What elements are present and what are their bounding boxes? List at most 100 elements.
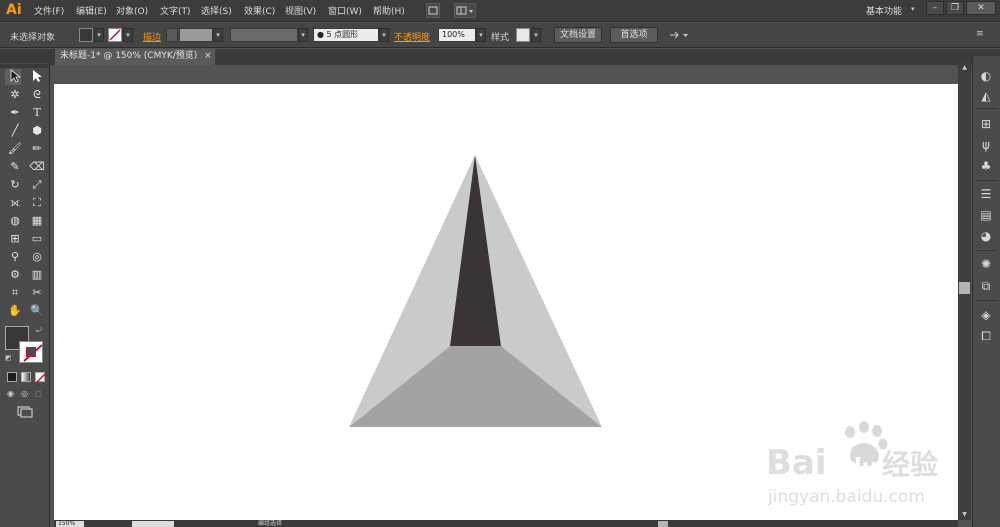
slice-tool-icon[interactable]: ✂ xyxy=(28,285,46,301)
paintbrush-tool-icon[interactable]: 🖌 xyxy=(6,141,24,157)
pen-tool-icon[interactable]: ✒ xyxy=(6,105,24,121)
workspace-dropdown-icon[interactable]: ▾ xyxy=(911,5,919,13)
document-tab[interactable]: 未标题-1* @ 150% (CMYK/预览) xyxy=(55,49,215,65)
opacity-dropdown-icon[interactable]: ▾ xyxy=(476,28,486,42)
scroll-up-icon[interactable]: ▲ xyxy=(960,64,969,72)
close-tab-icon[interactable]: × xyxy=(204,49,212,64)
brushes-panel-icon[interactable]: ψ xyxy=(978,137,994,153)
none-mode-icon[interactable] xyxy=(35,372,47,384)
stroke-weight-stepper[interactable] xyxy=(166,28,178,42)
restore-button[interactable]: ❐ xyxy=(946,1,964,15)
stroke-weight-field[interactable] xyxy=(179,28,213,42)
symbols-panel-icon[interactable]: ♣ xyxy=(978,158,994,174)
menu-view[interactable]: 视图(V) xyxy=(285,4,316,17)
stroke-label[interactable]: 描边 xyxy=(143,30,161,43)
gradient-tool-icon[interactable]: ▭ xyxy=(28,231,46,247)
menu-window[interactable]: 窗口(W) xyxy=(328,4,362,17)
mesh-tool-icon[interactable]: ⊞ xyxy=(6,231,24,247)
transparency-panel-icon[interactable]: ◕ xyxy=(978,228,994,244)
type-tool-icon[interactable]: T xyxy=(28,105,46,121)
watermark-brand-du: du xyxy=(846,455,877,480)
magic-wand-tool-icon[interactable]: ✲ xyxy=(6,87,24,103)
brush-dropdown-icon[interactable]: ▾ xyxy=(379,28,389,42)
draw-normal-icon[interactable]: ◉ xyxy=(7,389,18,399)
swap-fill-stroke-icon[interactable]: ⤾ xyxy=(36,326,44,334)
preferences-button[interactable]: 首选项 xyxy=(610,27,658,43)
width-tool-icon[interactable]: ⟗ xyxy=(6,195,24,211)
swatches-panel-icon[interactable]: ⊞ xyxy=(978,116,994,132)
menu-type[interactable]: 文字(T) xyxy=(160,4,191,17)
stroke-weight-dropdown-icon[interactable]: ▾ xyxy=(213,28,223,42)
profile-dropdown-icon[interactable]: ▾ xyxy=(298,28,308,42)
horizontal-scroll-thumb[interactable] xyxy=(658,521,668,527)
column-graph-tool-icon[interactable]: ▥ xyxy=(28,267,46,283)
hand-tool-icon[interactable]: ✋ xyxy=(6,303,24,319)
document-setup-button[interactable]: 文档设置 xyxy=(554,27,602,43)
direct-selection-tool-icon[interactable] xyxy=(28,69,46,85)
scale-tool-icon[interactable]: ⤢ xyxy=(28,177,46,193)
shape-tool-icon[interactable]: ⬢ xyxy=(28,123,46,139)
default-colors-icon[interactable]: ◩ xyxy=(5,354,13,362)
gradient-panel-icon[interactable]: ▤ xyxy=(978,207,994,223)
menu-effect[interactable]: 效果(C) xyxy=(244,4,275,17)
blob-brush-tool-icon[interactable]: ✎ xyxy=(6,159,24,175)
blend-tool-icon[interactable]: ◎ xyxy=(28,249,46,265)
draw-inside-icon[interactable]: ◌ xyxy=(35,389,46,399)
eraser-tool-icon[interactable]: ⌫ xyxy=(28,159,46,175)
free-transform-tool-icon[interactable]: ⛶ xyxy=(28,195,46,211)
rotate-tool-icon[interactable]: ↻ xyxy=(6,177,24,193)
close-button[interactable]: ✕ xyxy=(966,1,996,15)
menu-help[interactable]: 帮助(H) xyxy=(373,4,405,17)
opacity-label[interactable]: 不透明度 xyxy=(394,30,430,43)
pencil-tool-icon[interactable]: ✏ xyxy=(28,141,46,157)
gradient-mode-icon[interactable] xyxy=(21,372,31,382)
fill-color-swatch[interactable] xyxy=(79,28,93,42)
stroke-panel-icon[interactable]: ☰ xyxy=(978,186,994,202)
scroll-down-icon[interactable]: ▼ xyxy=(960,511,969,519)
screen-mode-icon[interactable] xyxy=(17,406,33,418)
arrange-icon[interactable] xyxy=(668,29,692,41)
symbol-sprayer-tool-icon[interactable]: ⚙ xyxy=(6,267,24,283)
zoom-tool-icon[interactable]: 🔍 xyxy=(28,303,46,319)
selection-tool-icon[interactable] xyxy=(6,69,24,85)
zoom-level-field[interactable]: 150% xyxy=(56,521,84,527)
color-panel-icon[interactable]: ◐ xyxy=(978,68,994,84)
artboards-panel-icon[interactable]: ⧠ xyxy=(978,328,994,344)
arrange-documents-icon[interactable] xyxy=(454,3,476,18)
menu-select[interactable]: 选择(S) xyxy=(201,4,232,17)
opacity-field[interactable]: 100% xyxy=(438,28,476,42)
artboard-navigation-field[interactable] xyxy=(132,521,174,527)
brush-dot-icon: ● xyxy=(317,30,324,39)
panel-menu-icon[interactable]: ≡ xyxy=(976,29,990,41)
style-label: 样式 xyxy=(491,33,510,43)
color-mode-icon[interactable] xyxy=(7,372,17,382)
stroke-dropdown-icon[interactable]: ▾ xyxy=(123,28,133,42)
eyedropper-tool-icon[interactable]: ⚲ xyxy=(6,249,24,265)
dock-separator xyxy=(976,108,996,109)
brush-definition-field[interactable]: ● 5 点圆形 xyxy=(313,28,379,42)
graphic-styles-panel-icon[interactable]: ⧉ xyxy=(978,278,994,294)
stroke-hole xyxy=(26,347,36,357)
lasso-tool-icon[interactable]: ᘓ xyxy=(28,87,46,103)
layers-panel-icon[interactable]: ◈ xyxy=(978,307,994,323)
menu-object[interactable]: 对象(O) xyxy=(116,4,148,17)
menu-file[interactable]: 文件(F) xyxy=(34,4,64,17)
variable-width-profile[interactable] xyxy=(230,28,298,42)
color-guide-icon[interactable]: ◭ xyxy=(978,88,994,104)
stroke-color-swatch[interactable] xyxy=(108,28,122,42)
minimize-button[interactable]: – xyxy=(926,1,944,15)
draw-behind-icon[interactable]: ◎ xyxy=(21,389,32,399)
perspective-grid-tool-icon[interactable]: ▦ xyxy=(28,213,46,229)
workspace-switcher[interactable]: 基本功能 xyxy=(866,4,902,17)
menu-edit[interactable]: 编辑(E) xyxy=(76,4,107,17)
appearance-panel-icon[interactable]: ✺ xyxy=(978,256,994,272)
selection-status: 未选择对象 xyxy=(10,33,56,43)
bridge-icon[interactable] xyxy=(426,3,440,18)
artboard-tool-icon[interactable]: ⌗ xyxy=(6,285,24,301)
line-segment-tool-icon[interactable]: ╱ xyxy=(6,123,24,139)
style-dropdown-icon[interactable]: ▾ xyxy=(531,28,541,42)
fill-dropdown-icon[interactable]: ▾ xyxy=(94,28,104,42)
vertical-scroll-thumb[interactable] xyxy=(959,282,970,294)
graphic-style-swatch[interactable] xyxy=(516,28,530,42)
shape-builder-tool-icon[interactable]: ◍ xyxy=(6,213,24,229)
